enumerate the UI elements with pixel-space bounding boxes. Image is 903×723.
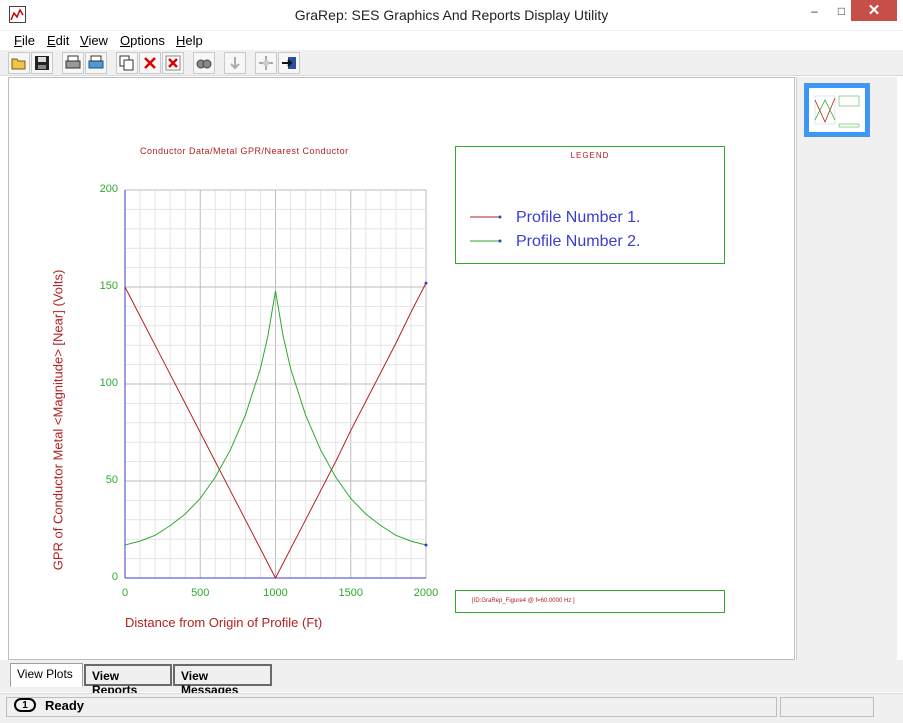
legend-entry-1: Profile Number 1. bbox=[516, 209, 641, 226]
status-main-cell bbox=[6, 697, 777, 717]
figure-id-box: [ID:GraRep_Figure4 @ f=60.0000 Hz ] bbox=[455, 590, 725, 613]
y-tick-label: 200 bbox=[100, 183, 118, 195]
legend-title: LEGEND bbox=[570, 151, 610, 160]
x-tick-label: 500 bbox=[191, 587, 209, 599]
chart-title: Conductor Data/Metal GPR/Nearest Conduct… bbox=[140, 146, 349, 156]
legend-entry-2: Profile Number 2. bbox=[516, 233, 641, 250]
x-tick-label: 1000 bbox=[263, 587, 287, 599]
legend-marker-1 bbox=[498, 215, 502, 219]
figure-id-text: [ID:GraRep_Figure4 @ f=60.0000 Hz ] bbox=[472, 598, 575, 604]
x-tick-label: 0 bbox=[122, 587, 128, 599]
tab-view-messages[interactable]: View Messages bbox=[173, 664, 272, 697]
legend-swatches bbox=[470, 215, 502, 243]
x-axis-label: Distance from Origin of Profile (Ft) bbox=[125, 615, 323, 630]
tab-view-reports[interactable]: View Reports bbox=[84, 664, 172, 697]
y-tick-label: 0 bbox=[112, 571, 118, 583]
y-tick-label: 100 bbox=[100, 377, 118, 389]
status-text: Ready bbox=[45, 698, 85, 713]
status-info-icon: 1 bbox=[14, 698, 36, 712]
y-axis-label: GPR of Conductor Metal <Magnitude> [Near… bbox=[50, 269, 66, 571]
x-tick-label: 2000 bbox=[414, 587, 438, 599]
thumbnail-preview-icon bbox=[814, 95, 860, 128]
status-bar: 1 Ready bbox=[0, 693, 903, 723]
thumbnail-panel bbox=[796, 77, 897, 660]
plot-thumbnail[interactable] bbox=[804, 83, 870, 137]
x-tick-label: 1500 bbox=[339, 587, 363, 599]
status-aux-cell bbox=[780, 697, 874, 717]
legend-marker-2 bbox=[498, 239, 502, 243]
series-end-marker-1 bbox=[424, 281, 428, 285]
legend: LEGEND Profile Number 1. Profile Number … bbox=[455, 146, 725, 264]
view-tabs: View Plots View Reports View Messages bbox=[0, 660, 903, 697]
y-tick-label: 150 bbox=[100, 280, 118, 292]
series-end-marker-2 bbox=[424, 543, 428, 547]
tab-view-plots[interactable]: View Plots bbox=[10, 663, 83, 687]
y-tick-label: 50 bbox=[106, 474, 118, 486]
